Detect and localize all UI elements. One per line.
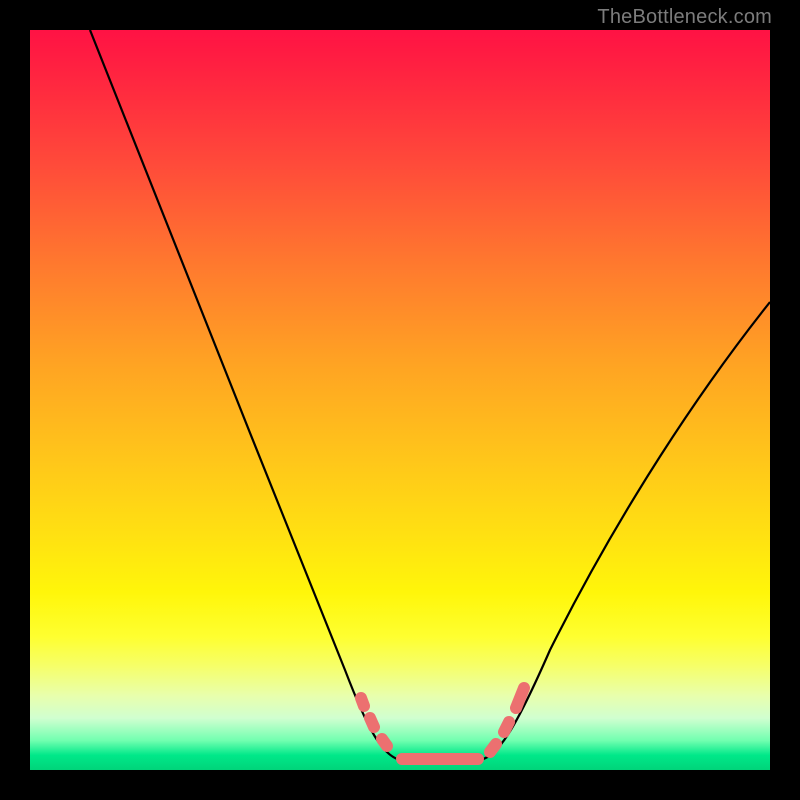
- chart-frame: TheBottleneck.com: [0, 0, 800, 800]
- watermark-text: TheBottleneck.com: [597, 6, 772, 29]
- curve-layer: [30, 30, 770, 770]
- plot-area: [30, 30, 770, 770]
- trough-markers: [361, 688, 524, 759]
- bottleneck-curve: [90, 30, 770, 760]
